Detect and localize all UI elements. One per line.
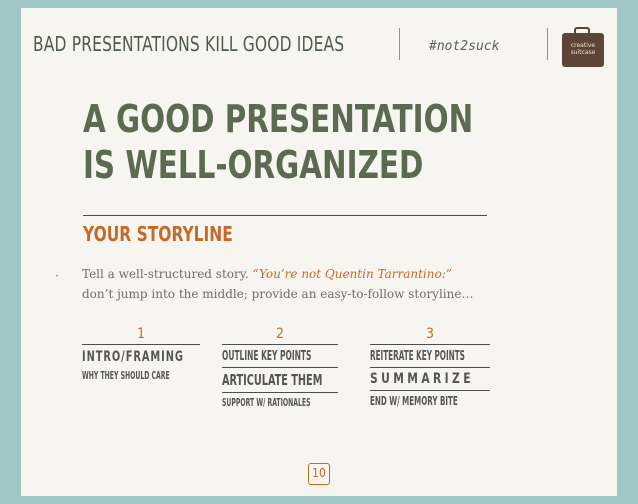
column-line: SUPPORT W/ RATIONALES bbox=[222, 396, 311, 409]
column-line: WHY THEY SHOULD CARE bbox=[82, 369, 170, 382]
column-line: OUTLINE KEY POINTS bbox=[222, 349, 312, 364]
section-subhead: YOUR STORYLINE bbox=[83, 222, 233, 246]
column-rule bbox=[82, 344, 200, 345]
storyline-column-2: 2 OUTLINE KEY POINTS ARTICULATE THEM SUP… bbox=[222, 325, 338, 409]
logo-text: creative suitcase bbox=[562, 42, 604, 56]
column-number: 2 bbox=[275, 326, 284, 342]
bullet-text: Tell a well-structured story. “You’re no… bbox=[82, 264, 562, 304]
bullet-text-start: Tell a well-structured story. bbox=[82, 267, 253, 281]
header-title: BAD PRESENTATIONS KILL GOOD IDEAS bbox=[33, 32, 345, 56]
slide-header: BAD PRESENTATIONS KILL GOOD IDEAS #not2s… bbox=[21, 8, 617, 80]
column-number: 1 bbox=[136, 326, 145, 342]
column-rule bbox=[222, 367, 338, 368]
page-number: 10 bbox=[308, 463, 330, 485]
storyline-column-3: 3 REITERATE KEY POINTS SUMMARIZE END W/ … bbox=[370, 325, 490, 408]
hashtag: #not2suck bbox=[429, 39, 500, 54]
column-rule bbox=[222, 392, 338, 393]
column-line: REITERATE KEY POINTS bbox=[370, 349, 465, 364]
column-rule bbox=[222, 344, 338, 345]
logo-text-line: creative bbox=[570, 42, 596, 49]
header-divider bbox=[547, 28, 548, 60]
suitcase-logo-icon: creative suitcase bbox=[562, 27, 604, 67]
column-line: INTRO/FRAMING bbox=[82, 349, 184, 365]
bullet-marker: · bbox=[55, 269, 59, 283]
column-line: END W/ MEMORY BITE bbox=[370, 394, 458, 408]
column-number: 3 bbox=[425, 326, 434, 342]
header-divider bbox=[399, 28, 400, 60]
headline-line: IS WELL-ORGANIZED bbox=[83, 143, 424, 187]
section-rule bbox=[83, 215, 487, 216]
column-line: ARTICULATE THEM bbox=[222, 371, 323, 389]
suitcase-handle bbox=[574, 27, 590, 35]
column-rule bbox=[370, 344, 490, 345]
slide-headline: A GOOD PRESENTATION IS WELL-ORGANIZED bbox=[83, 96, 473, 188]
slide: BAD PRESENTATIONS KILL GOOD IDEAS #not2s… bbox=[21, 8, 617, 496]
column-line: SUMMARIZE bbox=[370, 371, 474, 387]
column-rule bbox=[370, 367, 490, 368]
storyline-column-1: 1 INTRO/FRAMING WHY THEY SHOULD CARE bbox=[82, 325, 200, 382]
column-rule bbox=[370, 390, 490, 391]
bullet-text-line2: don’t jump into the middle; provide an e… bbox=[82, 287, 474, 301]
logo-text-line: suitcase bbox=[570, 49, 596, 56]
headline-line: A GOOD PRESENTATION bbox=[83, 97, 474, 141]
bullet-quote: “You’re not Quentin Tarrantino:” bbox=[252, 267, 452, 281]
